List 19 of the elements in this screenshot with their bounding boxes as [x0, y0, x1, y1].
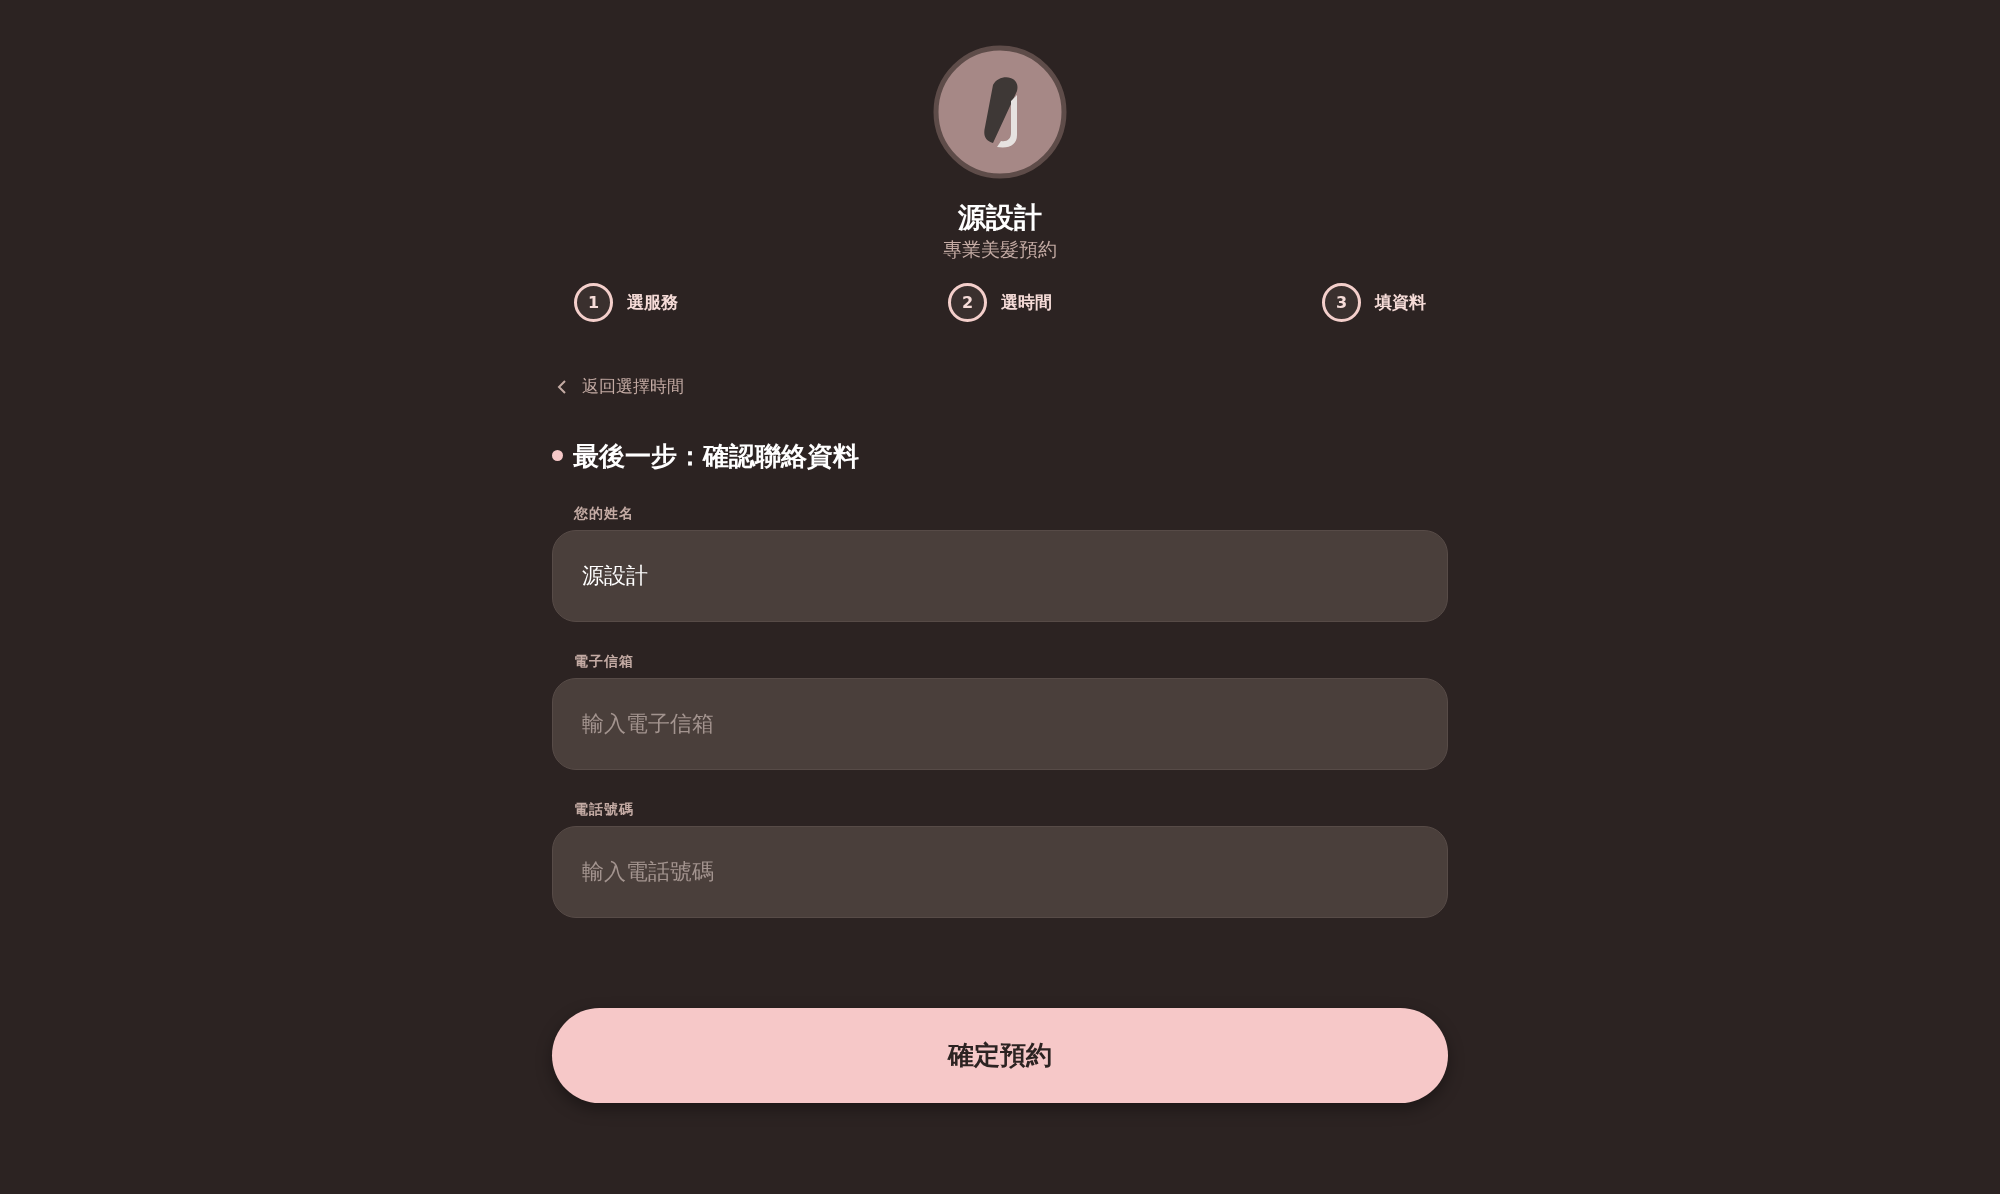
step-number: 2	[948, 283, 987, 322]
input-field[interactable]: 輸入電話號碼	[552, 825, 1448, 918]
section-heading: 最後一步：確認聯絡資料	[573, 439, 859, 472]
step-number: 1	[574, 283, 613, 322]
field-label: 電話號碼	[574, 799, 634, 818]
input-field[interactable]: 輸入電子信箱	[552, 677, 1448, 770]
confirm-button[interactable]: 確定預約	[552, 1007, 1448, 1103]
step-label: 選時間	[1001, 290, 1052, 314]
chevron-left-icon	[556, 378, 568, 395]
step-label: 填資料	[1375, 290, 1426, 314]
back-link[interactable]: 返回選擇時間	[552, 374, 684, 400]
brand-tagline: 專業美髮預約	[943, 237, 1057, 261]
step-label: 選服務	[627, 290, 678, 314]
field-label: 電子信箱	[574, 651, 634, 670]
brand-name: 源設計	[958, 201, 1042, 235]
field-label: 您的姓名	[574, 503, 634, 522]
step-number: 3	[1322, 283, 1361, 322]
logo-icon	[933, 45, 1067, 179]
input-field[interactable]: 源設計	[552, 529, 1448, 622]
